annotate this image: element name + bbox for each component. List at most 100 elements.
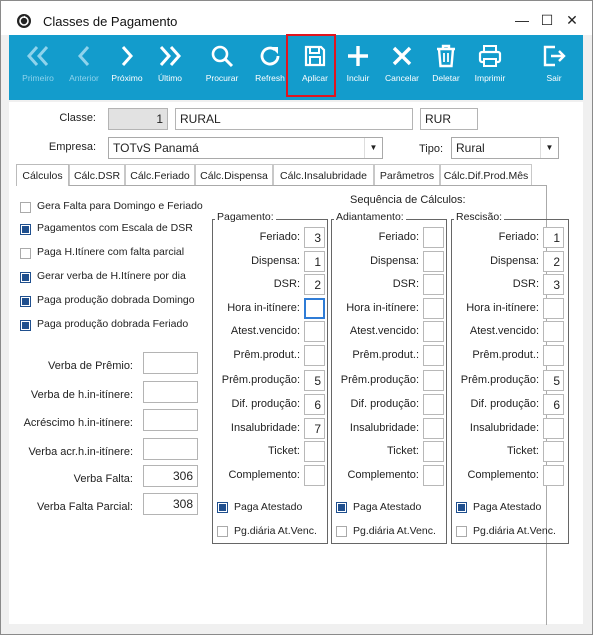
sequence-field[interactable]	[423, 251, 444, 272]
deletar-button[interactable]: Deletar	[423, 35, 469, 100]
sequence-field[interactable]	[423, 274, 444, 295]
option-checkbox[interactable]	[20, 224, 31, 235]
sequence-field[interactable]: 2	[543, 251, 564, 272]
option-checkbox[interactable]	[20, 296, 31, 307]
sequence-field[interactable]	[543, 298, 564, 319]
sequencia-title: Sequência de Cálculos:	[350, 194, 466, 206]
sequence-field[interactable]	[423, 370, 444, 391]
chevron-right-icon	[121, 46, 134, 66]
sequence-row-label: Ticket:	[268, 445, 300, 457]
option-checkbox-label: Paga H.Itínere com falta parcial	[37, 246, 185, 258]
pg-diaria-checkbox[interactable]	[336, 526, 347, 537]
sequence-field[interactable]: 7	[304, 418, 325, 439]
sequence-field[interactable]	[543, 321, 564, 342]
sequence-row-label: Dispensa:	[370, 255, 419, 267]
paga-atestado-checkbox[interactable]	[336, 502, 347, 513]
sequence-row-label: Hora in-itínere:	[227, 302, 300, 314]
verba-field[interactable]: 308	[143, 493, 198, 515]
tab-calc-dispensa[interactable]: Cálc.Dispensa	[195, 164, 273, 186]
incluir-button[interactable]: Incluir	[335, 35, 381, 100]
sair-button[interactable]: Sair	[531, 35, 577, 100]
sequence-field[interactable]: 3	[304, 227, 325, 248]
pg-diaria-checkbox[interactable]	[217, 526, 228, 537]
primeiro-button[interactable]: Primeiro	[15, 35, 61, 100]
sequence-row-label: DSR:	[512, 278, 539, 290]
sequence-field[interactable]: 1	[543, 227, 564, 248]
maximize-button[interactable]: ☐	[536, 9, 558, 31]
sequence-row-label: Dif. produção:	[350, 398, 419, 410]
tab-parametros[interactable]: Parâmetros	[374, 164, 440, 186]
ultimo-button[interactable]: Último	[147, 35, 193, 100]
sequence-field[interactable]	[304, 345, 325, 366]
tab-calc-dsr[interactable]: Cálc.DSR	[69, 164, 125, 186]
classe-abbr-field[interactable]: RUR	[420, 108, 478, 130]
verba-field[interactable]	[143, 438, 198, 460]
close-button[interactable]: ✕	[561, 9, 583, 31]
tipo-select[interactable]: Rural ▼	[451, 137, 559, 159]
classe-code-field[interactable]: 1	[108, 108, 168, 130]
primeiro-label: Primeiro	[22, 73, 54, 83]
paga-atestado-checkbox[interactable]	[217, 502, 228, 513]
sequence-field[interactable]: 2	[304, 274, 325, 295]
sequence-field[interactable]: 1	[304, 251, 325, 272]
sequence-field[interactable]	[543, 345, 564, 366]
minimize-button[interactable]: —	[511, 9, 533, 31]
procurar-button[interactable]: Procurar	[199, 35, 245, 100]
tab-calculos[interactable]: Cálculos	[16, 164, 69, 186]
sequence-field[interactable]	[304, 321, 325, 342]
sequence-field[interactable]: 5	[304, 370, 325, 391]
verba-field[interactable]	[143, 409, 198, 431]
verba-field[interactable]: 306	[143, 465, 198, 487]
option-checkbox[interactable]	[20, 272, 31, 283]
option-checkbox[interactable]	[20, 202, 31, 213]
cancelar-button[interactable]: Cancelar	[379, 35, 425, 100]
sequence-field[interactable]	[543, 418, 564, 439]
sequence-field[interactable]	[423, 321, 444, 342]
sequence-field[interactable]	[423, 345, 444, 366]
verba-label: Verba de h.in-itínere:	[30, 389, 133, 401]
sequence-row-label: Feriado:	[378, 231, 419, 243]
window-title: Classes de Pagamento	[43, 14, 178, 29]
pg-diaria-label: Pg.diária At.Venc.	[234, 525, 317, 537]
sequence-row-label: Prêm.produção:	[221, 374, 300, 386]
verba-field[interactable]	[143, 381, 198, 403]
sequence-field[interactable]: 5	[543, 370, 564, 391]
sequence-field[interactable]	[543, 441, 564, 462]
sequence-field[interactable]: 6	[543, 394, 564, 415]
sequence-field[interactable]: 3	[543, 274, 564, 295]
sequence-field[interactable]	[423, 227, 444, 248]
sequence-field[interactable]	[304, 441, 325, 462]
paga-atestado-checkbox[interactable]	[456, 502, 467, 513]
sequence-field[interactable]: 6	[304, 394, 325, 415]
verba-field[interactable]	[143, 352, 198, 374]
anterior-button[interactable]: Anterior	[61, 35, 107, 100]
chevron-down-icon[interactable]: ▼	[540, 138, 558, 158]
sequence-row-label: Hora in-itínere:	[346, 302, 419, 314]
sequence-row-label: DSR:	[392, 278, 419, 290]
tab-calc-insalubridade[interactable]: Cálc.Insalubridade	[273, 164, 374, 186]
option-checkbox[interactable]	[20, 248, 31, 259]
sequence-field[interactable]	[423, 394, 444, 415]
sequence-field[interactable]	[543, 465, 564, 486]
sequence-row-label: Atest.vencido:	[230, 325, 300, 337]
tab-calc-feriado[interactable]: Cálc.Feriado	[125, 164, 195, 186]
option-checkbox[interactable]	[20, 320, 31, 331]
sequence-row-label: Insalubridade:	[230, 422, 300, 434]
chevron-down-icon[interactable]: ▼	[364, 138, 382, 158]
empresa-select[interactable]: TOTvS Panamá ▼	[108, 137, 383, 159]
cancelar-label: Cancelar	[384, 73, 420, 83]
pg-diaria-checkbox[interactable]	[456, 526, 467, 537]
sequence-field[interactable]	[423, 441, 444, 462]
printer-icon	[478, 45, 502, 67]
tab-calc-dif-prod-mes[interactable]: Cálc.Dif.Prod.Mês	[440, 164, 532, 186]
proximo-button[interactable]: Próximo	[104, 35, 150, 100]
sequence-field[interactable]	[423, 298, 444, 319]
sequence-field[interactable]	[304, 465, 325, 486]
sequence-field[interactable]	[304, 298, 325, 319]
sequence-field[interactable]	[423, 465, 444, 486]
classe-name-field[interactable]: RURAL	[175, 108, 413, 130]
ultimo-label: Último	[157, 73, 183, 83]
sequence-field[interactable]	[423, 418, 444, 439]
imprimir-button[interactable]: Imprimir	[467, 35, 513, 100]
sequence-row-label: Prêm.produção:	[340, 374, 419, 386]
